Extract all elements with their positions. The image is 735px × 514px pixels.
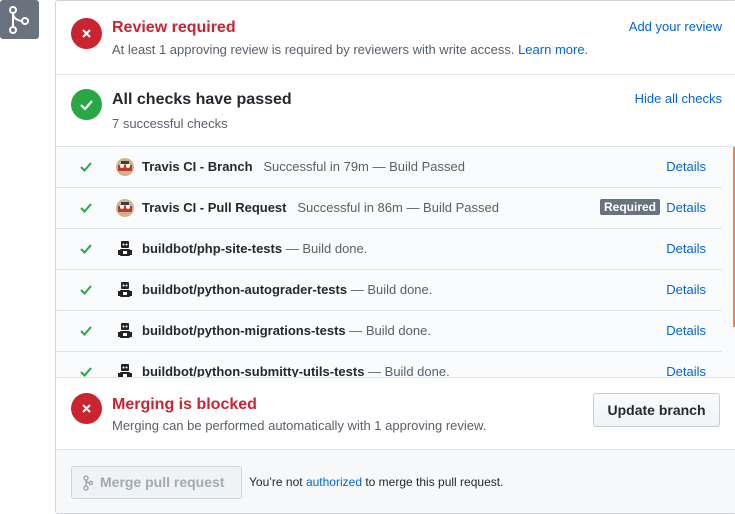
buildbot-icon bbox=[115, 280, 135, 300]
buildbot-icon bbox=[115, 321, 135, 341]
merge-status-box: Review required At least 1 approving rev… bbox=[55, 0, 735, 514]
merge-blocked-heading: Merging is blocked bbox=[112, 396, 257, 413]
check-icon bbox=[80, 203, 92, 213]
details-link[interactable]: Details bbox=[666, 364, 706, 377]
check-name: Travis CI - Pull Request bbox=[142, 200, 287, 215]
check-circle-icon bbox=[71, 89, 102, 120]
checks-list[interactable]: Travis CI - Branch Successful in 79m — B… bbox=[56, 146, 735, 378]
check-description: — Build done. bbox=[347, 282, 433, 297]
review-required-section: Review required At least 1 approving rev… bbox=[56, 1, 735, 75]
merge-pull-request-button[interactable]: Merge pull request bbox=[71, 466, 242, 499]
merge-blocked-subtext: Merging can be performed automatically w… bbox=[112, 418, 487, 433]
check-name: buildbot/php-site-tests bbox=[142, 241, 283, 256]
check-text: buildbot/php-site-tests — Build done. bbox=[142, 241, 367, 256]
check-text: buildbot/python-autograder-tests — Build… bbox=[142, 282, 432, 297]
details-link[interactable]: Details bbox=[666, 241, 706, 256]
check-icon bbox=[80, 244, 92, 254]
check-text: Travis CI - Pull Request Successful in 8… bbox=[142, 200, 499, 215]
review-subtext-text: At least 1 approving review is required … bbox=[112, 42, 515, 57]
check-text: Travis CI - Branch Successful in 79m — B… bbox=[142, 159, 465, 174]
checks-heading: All checks have passed bbox=[112, 91, 292, 108]
learn-more-link[interactable]: Learn more. bbox=[518, 42, 588, 57]
footer-text-prefix: You’re not bbox=[249, 475, 303, 489]
checks-subtext: 7 successful checks bbox=[112, 116, 228, 131]
check-description: Successful in 86m — Build Passed bbox=[297, 200, 499, 215]
checks-section: All checks have passed 7 successful chec… bbox=[56, 75, 735, 146]
details-link[interactable]: Details bbox=[666, 200, 706, 215]
footer-text-suffix: to merge this pull request. bbox=[365, 475, 504, 489]
check-row-php-site-tests: buildbot/php-site-tests — Build done. De… bbox=[56, 229, 722, 270]
x-icon bbox=[71, 18, 102, 49]
git-merge-icon bbox=[0, 0, 39, 39]
hide-checks-link[interactable]: Hide all checks bbox=[635, 91, 722, 106]
check-row-travis-branch: Travis CI - Branch Successful in 79m — B… bbox=[56, 147, 722, 188]
merge-blocked-section: Merging is blocked Merging can be perfor… bbox=[56, 378, 735, 450]
check-description: — Build done. bbox=[345, 323, 431, 338]
travis-ci-icon bbox=[115, 198, 135, 218]
check-description: — Build done. bbox=[364, 364, 450, 378]
review-heading: Review required bbox=[112, 19, 236, 36]
check-icon bbox=[80, 285, 92, 295]
travis-ci-icon bbox=[115, 157, 135, 177]
check-text: buildbot/python-submitty-utils-tests — B… bbox=[142, 364, 450, 378]
check-text: buildbot/python-migrations-tests — Build… bbox=[142, 323, 431, 338]
check-icon bbox=[80, 162, 92, 172]
check-description: Successful in 79m — Build Passed bbox=[263, 159, 465, 174]
required-badge: Required bbox=[599, 199, 660, 215]
check-row-python-submitty-utils-tests: buildbot/python-submitty-utils-tests — B… bbox=[56, 352, 722, 378]
check-name: buildbot/python-submitty-utils-tests bbox=[142, 364, 365, 378]
x-icon bbox=[71, 393, 102, 424]
check-row-travis-pr: Travis CI - Pull Request Successful in 8… bbox=[56, 188, 722, 229]
buildbot-icon bbox=[115, 239, 135, 259]
buildbot-icon bbox=[115, 362, 135, 377]
check-icon bbox=[80, 326, 92, 336]
check-name: buildbot/python-autograder-tests bbox=[142, 282, 348, 297]
check-row-python-autograder-tests: buildbot/python-autograder-tests — Build… bbox=[56, 270, 722, 311]
merge-footer: Merge pull request You’re not authorized… bbox=[56, 450, 735, 513]
check-row-python-migrations-tests: buildbot/python-migrations-tests — Build… bbox=[56, 311, 722, 352]
git-merge-icon bbox=[83, 475, 93, 491]
details-link[interactable]: Details bbox=[666, 282, 706, 297]
check-icon bbox=[80, 367, 92, 377]
details-link[interactable]: Details bbox=[666, 159, 706, 174]
check-name: buildbot/python-migrations-tests bbox=[142, 323, 346, 338]
update-branch-button[interactable]: Update branch bbox=[593, 393, 720, 427]
review-subtext: At least 1 approving review is required … bbox=[112, 42, 588, 57]
merge-button-label: Merge pull request bbox=[100, 474, 225, 490]
details-link[interactable]: Details bbox=[666, 323, 706, 338]
check-description: — Build done. bbox=[282, 241, 368, 256]
check-name: Travis CI - Branch bbox=[142, 159, 253, 174]
add-review-link[interactable]: Add your review bbox=[629, 19, 722, 34]
not-authorized-text: You’re not authorized to merge this pull… bbox=[249, 475, 503, 489]
authorized-link[interactable]: authorized bbox=[306, 475, 362, 489]
